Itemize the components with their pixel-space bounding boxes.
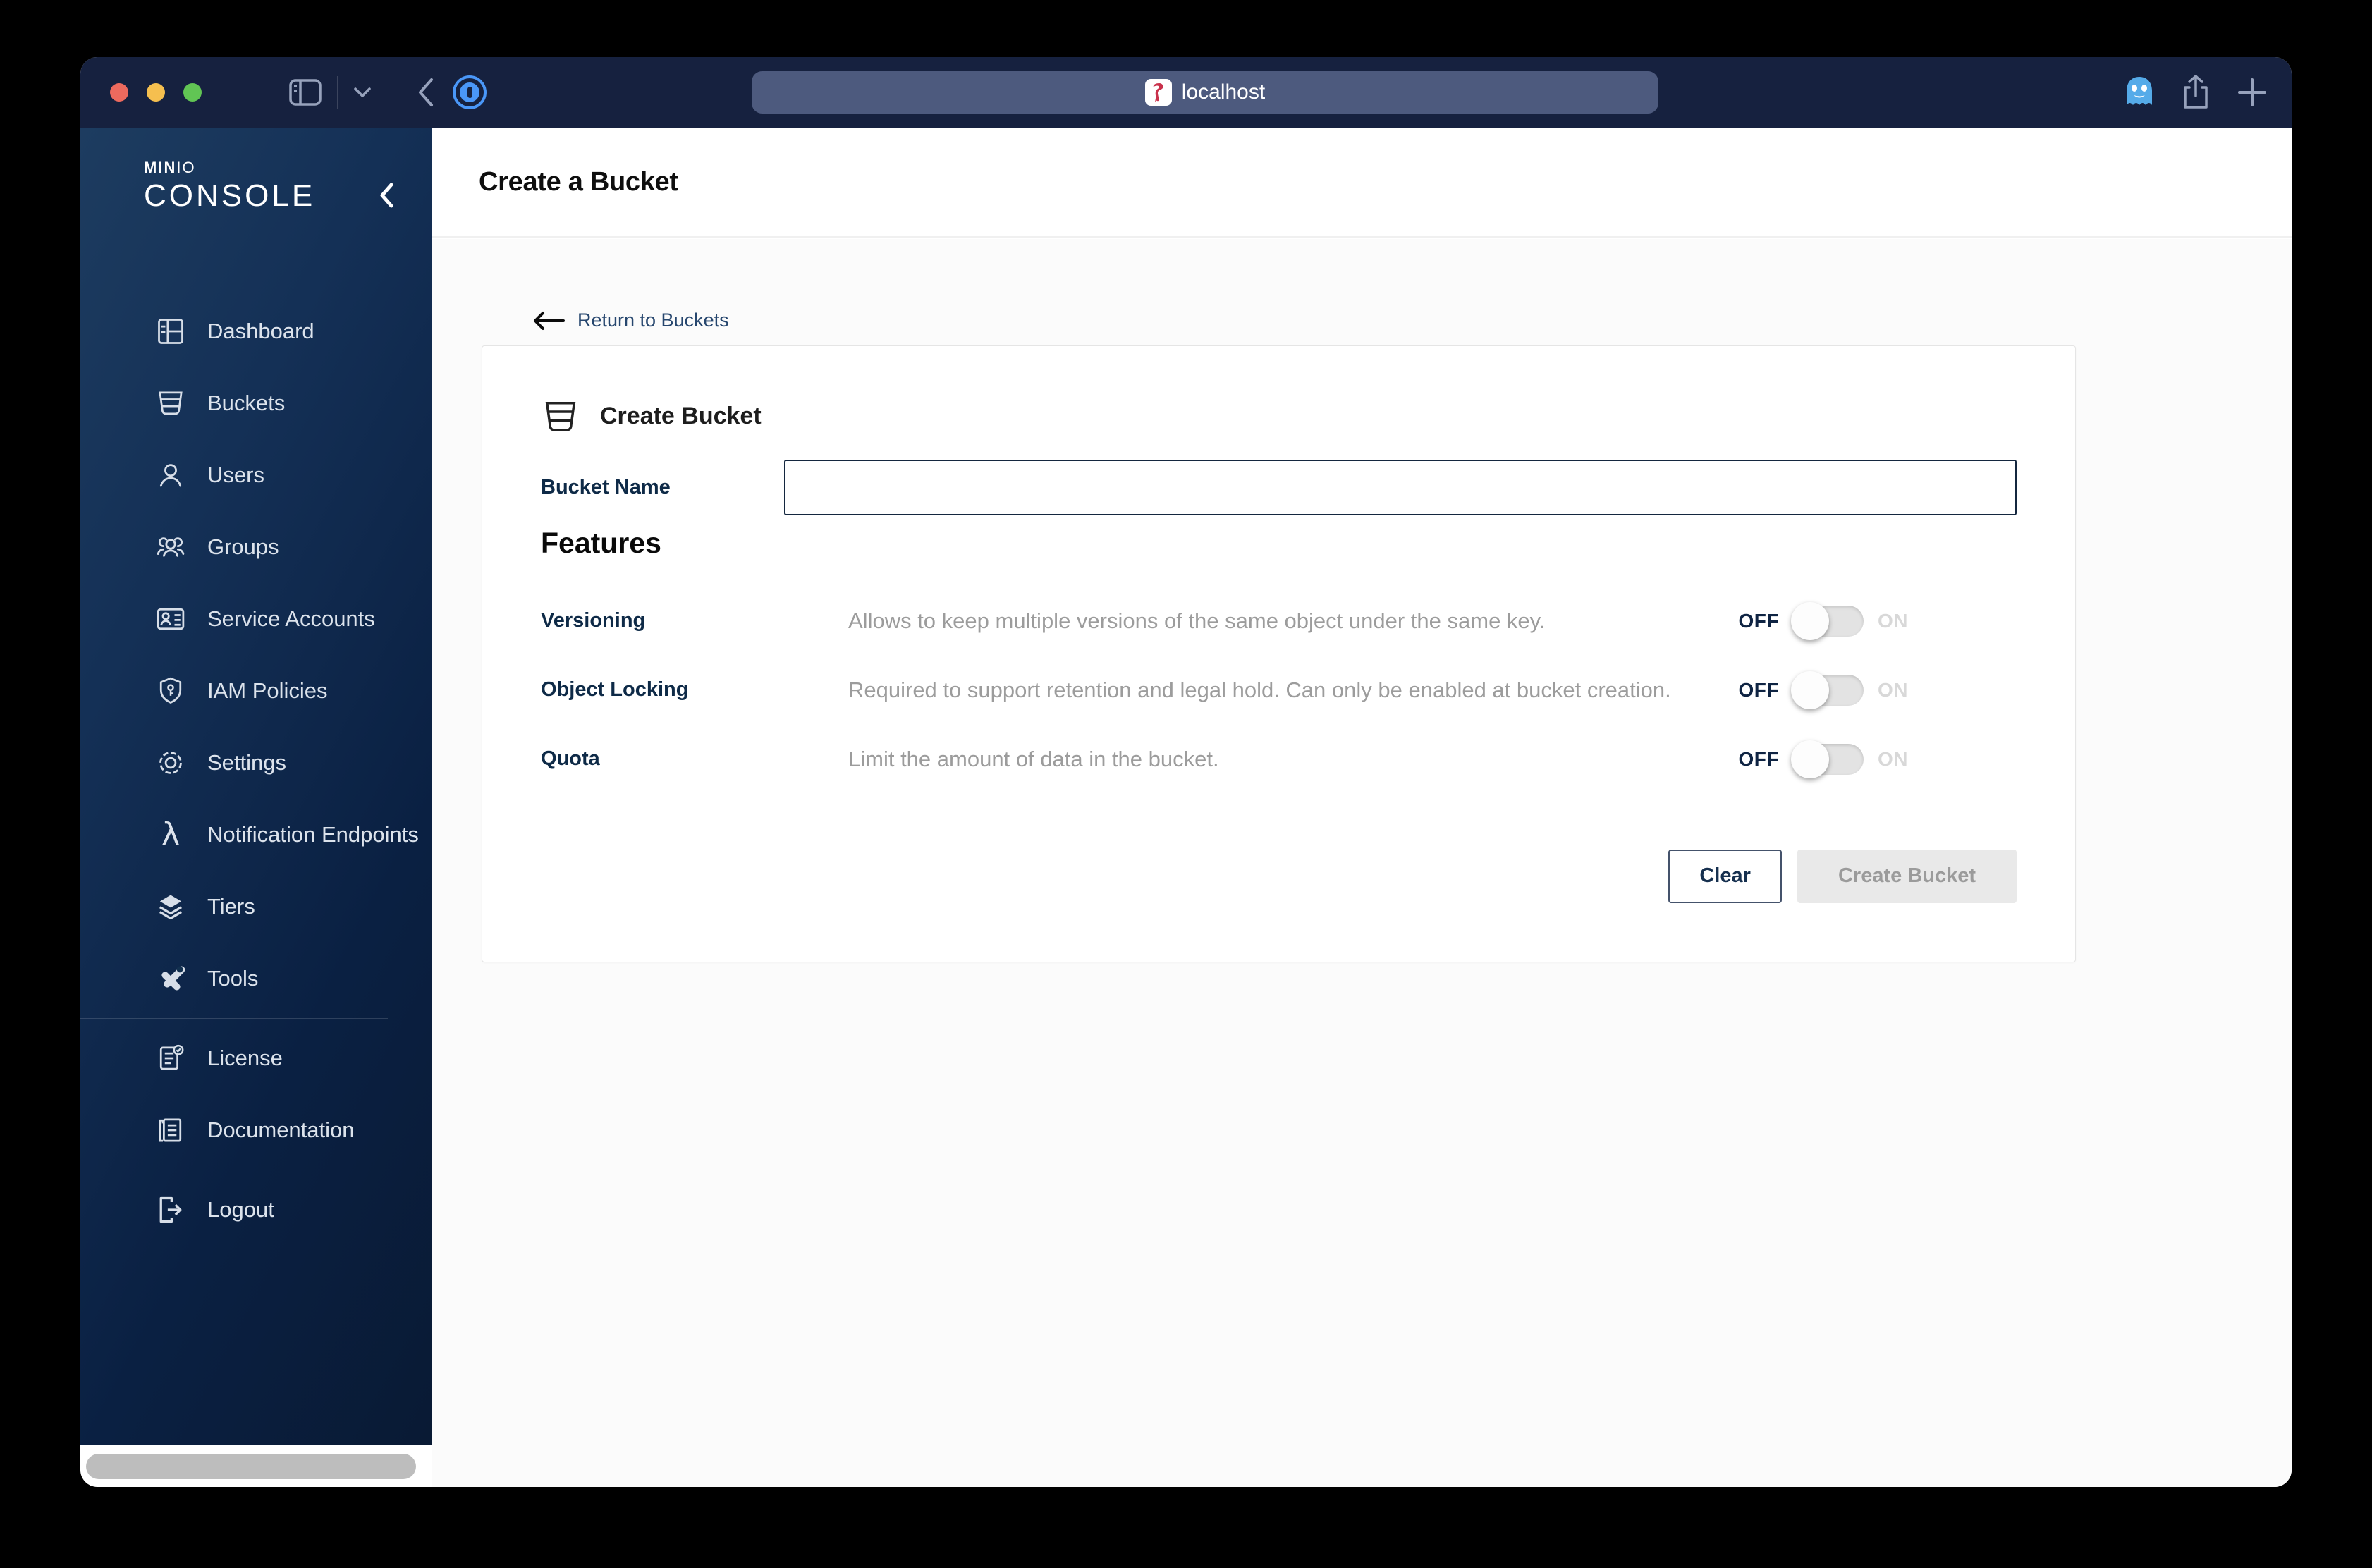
sidebar-collapse-button[interactable] (372, 181, 401, 209)
sidebar-item-logout[interactable]: Logout (80, 1174, 432, 1246)
page-header: Create a Bucket (432, 128, 2292, 238)
toggle-on-label: ON (1878, 678, 1908, 701)
toolbar-separator (337, 76, 338, 109)
chevron-down-icon[interactable] (354, 87, 371, 97)
iam-policies-icon (154, 674, 188, 708)
toggle-on-label: ON (1878, 747, 1908, 770)
buckets-icon (154, 386, 188, 420)
toggle-sidebar-icon[interactable] (289, 79, 322, 106)
logout-icon (154, 1193, 188, 1227)
chevron-left-icon (380, 183, 393, 208)
ghostery-extension-icon[interactable] (2124, 75, 2155, 109)
close-window-button[interactable] (110, 83, 128, 102)
back-navigation-icon[interactable] (416, 78, 434, 107)
toggle-off-label: OFF (1738, 609, 1779, 632)
documentation-icon (154, 1113, 188, 1147)
browser-titlebar: localhost (80, 57, 2292, 128)
users-icon (154, 458, 188, 492)
sidebar-item-groups[interactable]: Groups (80, 511, 432, 583)
create-bucket-card: Create Bucket Bucket Name Features Versi… (482, 345, 2076, 962)
bucket-icon (545, 401, 576, 431)
window-controls (110, 83, 202, 102)
sidebar-item-license[interactable]: License (80, 1022, 432, 1094)
toggle-knob (1791, 601, 1829, 640)
object-locking-description: Required to support retention and legal … (848, 677, 1671, 702)
clear-button[interactable]: Clear (1668, 849, 1782, 903)
tools-icon (154, 962, 188, 996)
sidebar-item-buckets[interactable]: Buckets (80, 367, 432, 439)
zoom-window-button[interactable] (183, 83, 202, 102)
bucket-name-input[interactable] (784, 459, 2017, 515)
sidebar-item-documentation[interactable]: Documentation (80, 1094, 432, 1166)
sidebar-item-tools[interactable]: Tools (80, 943, 432, 1015)
quota-description: Limit the amount of data in the bucket. (848, 746, 1219, 771)
feature-row-quota: Quota Limit the amount of data in the bu… (541, 735, 2017, 784)
quota-toggle[interactable] (1791, 740, 1864, 778)
object-locking-label: Object Locking (541, 678, 689, 701)
sidebar: MINIO CONSOLE Dashboard Buckets Users Gr… (80, 128, 432, 1445)
minio-flamingo-favicon (1144, 79, 1172, 106)
versioning-label: Versioning (541, 609, 646, 632)
settings-gear-icon (154, 746, 188, 780)
toggle-knob (1791, 740, 1829, 778)
sidebar-divider (80, 1018, 388, 1019)
sidebar-item-notification-endpoints[interactable]: λ Notification Endpoints (80, 799, 432, 871)
versioning-toggle[interactable] (1791, 601, 1864, 640)
address-bar[interactable]: localhost (752, 71, 1658, 114)
sidebar-item-service-accounts[interactable]: Service Accounts (80, 583, 432, 655)
feature-row-versioning: Versioning Allows to keep multiple versi… (541, 596, 2017, 646)
dashboard-icon (154, 314, 188, 348)
onepassword-extension-icon[interactable] (453, 75, 487, 109)
versioning-description: Allows to keep multiple versions of the … (848, 608, 1546, 633)
bucket-name-label: Bucket Name (541, 475, 671, 498)
card-title: Create Bucket (600, 403, 762, 429)
object-locking-toggle[interactable] (1791, 670, 1864, 709)
page-title: Create a Bucket (479, 166, 678, 197)
toggle-on-label: ON (1878, 609, 1908, 632)
create-bucket-button[interactable]: Create Bucket (1797, 849, 2017, 903)
horizontal-scrollbar-thumb[interactable] (86, 1454, 416, 1479)
address-bar-url: localhost (1181, 80, 1266, 104)
tiers-layers-icon (154, 890, 188, 924)
lambda-icon: λ (161, 816, 181, 852)
groups-icon (154, 530, 188, 564)
sidebar-item-dashboard[interactable]: Dashboard (80, 295, 432, 367)
features-heading: Features (541, 526, 661, 559)
toggle-off-label: OFF (1738, 678, 1779, 701)
license-icon (154, 1041, 188, 1075)
toggle-knob (1791, 670, 1829, 709)
share-icon[interactable] (2182, 75, 2210, 110)
quota-label: Quota (541, 747, 600, 770)
left-arrow-icon (534, 311, 565, 330)
sidebar-item-users[interactable]: Users (80, 439, 432, 511)
return-to-buckets-link[interactable]: Return to Buckets (532, 310, 729, 331)
service-accounts-icon (154, 602, 188, 636)
sidebar-item-tiers[interactable]: Tiers (80, 871, 432, 943)
main-content: Return to Buckets Create Bucket Bucket N… (432, 239, 2292, 1487)
feature-row-object-locking: Object Locking Required to support reten… (541, 666, 2017, 715)
new-tab-icon[interactable] (2237, 77, 2268, 108)
sidebar-item-settings[interactable]: Settings (80, 727, 432, 799)
minimize-window-button[interactable] (147, 83, 165, 102)
browser-window: localhost MINIO CONSOLE Dashboard Bucket… (80, 57, 2292, 1487)
toggle-off-label: OFF (1738, 747, 1779, 770)
sidebar-item-iam-policies[interactable]: IAM Policies (80, 655, 432, 727)
